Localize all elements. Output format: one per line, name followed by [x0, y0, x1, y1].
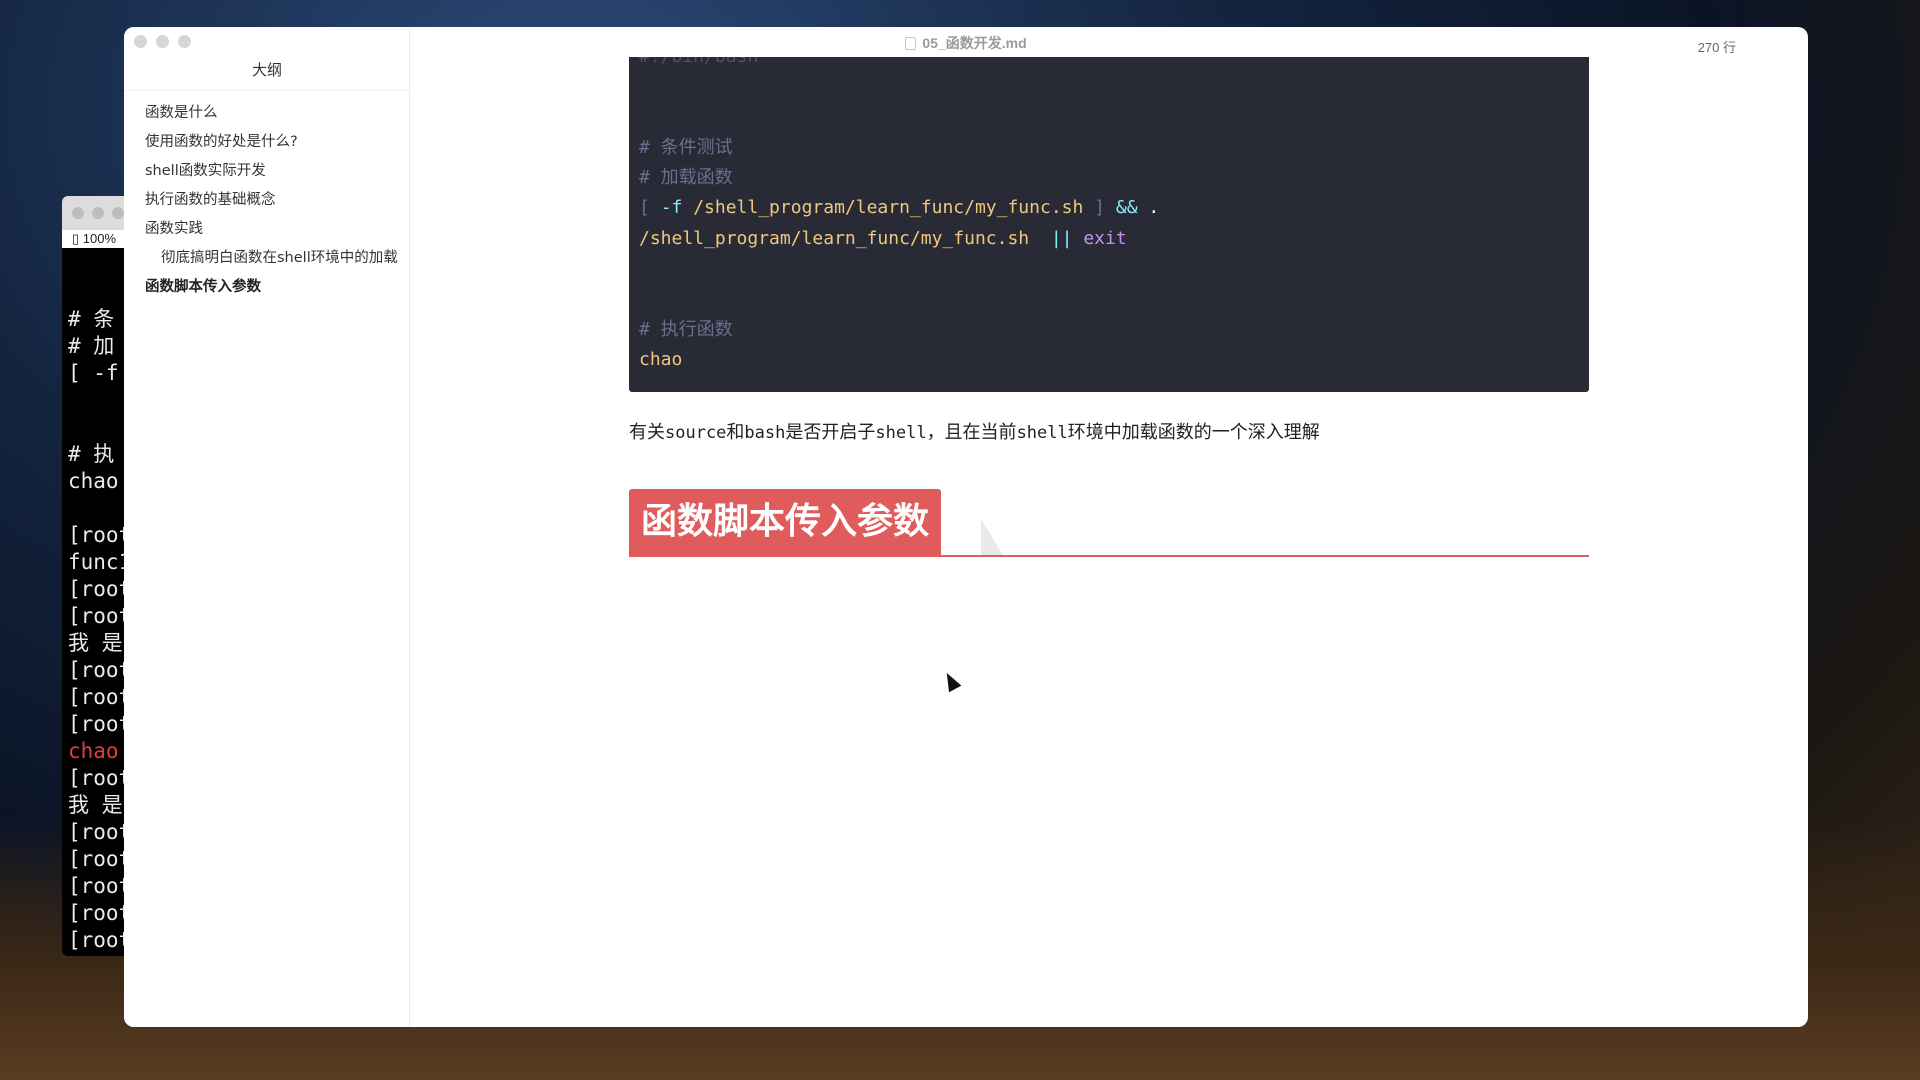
zoom-dot-icon[interactable] [112, 207, 124, 219]
zoom-value: 100% [82, 231, 117, 246]
outline-item[interactable]: 执行函数的基础概念 [124, 186, 410, 215]
code-path: /shell_program/learn_func/my_func.sh [639, 227, 1030, 249]
para-text: 是否开启子 [785, 422, 876, 443]
code-line-shebang: #!/bin/bash [639, 57, 1579, 72]
code-line-comment-load: # 加载函数 [639, 167, 733, 189]
document-icon [905, 37, 917, 50]
minimize-dot-icon[interactable] [92, 207, 104, 219]
para-text: ，且在当前 [926, 422, 1017, 443]
code-line-comment-test: # 条件测试 [639, 136, 733, 158]
code-bracket-close: ] [1083, 197, 1116, 219]
para-text: 有关 [629, 422, 665, 443]
code-line-call: chao [639, 348, 683, 370]
heading-decoration [981, 519, 1003, 555]
mouse-cursor-icon [940, 669, 962, 693]
para-text: 和 [726, 422, 745, 443]
code-exit-keyword: exit [1072, 227, 1127, 249]
outline-item[interactable]: 彻底搞明白函数在shell环境中的加载 [124, 244, 410, 273]
outline-item[interactable]: 使用函数的好处是什么? [124, 128, 410, 157]
code-path: /shell_program/learn_func/my_func.sh [693, 197, 1084, 219]
outline-item[interactable]: 函数是什么 [124, 99, 410, 128]
code-line-test: [ -f /shell_program/learn_func/my_func.s… [639, 193, 1579, 223]
code-flag: -f [660, 197, 694, 219]
line-count: 270 行 [1697, 40, 1736, 55]
code-and-operator: && [1115, 197, 1138, 219]
sidebar-title: 大纲 [251, 61, 282, 79]
outline-item[interactable]: 函数脚本传入参数 [124, 273, 410, 302]
section-heading-block: 函数脚本传入参数 [629, 489, 1589, 557]
code-or-operator: || [1029, 227, 1073, 249]
outline-item[interactable]: shell函数实际开发 [124, 157, 410, 186]
window-title: 05_函数开发.md [124, 33, 1808, 53]
code-line-source: /shell_program/learn_func/my_func.sh || … [639, 224, 1579, 254]
window-title-text: 05_函数开发.md [922, 35, 1027, 51]
outline-list: 函数是什么 使用函数的好处是什么? shell函数实际开发 执行函数的基础概念 函数实践… [124, 99, 410, 302]
sidebar-divider [124, 90, 410, 91]
outline-sidebar: 大纲 函数是什么 使用函数的好处是什么? shell函数实际开发 执行函数的基础概念函… [124, 27, 410, 1027]
inline-code: source [665, 423, 727, 443]
code-source-dot: . [1137, 197, 1160, 219]
paragraph-text: 有关source和bash是否开启子shell，且在当前shell环境中加载函数… [629, 418, 1589, 448]
code-bracket-open: [ [639, 197, 661, 219]
section-heading: 函数脚本传入参数 [629, 489, 942, 557]
outline-item[interactable]: 函数实践 [124, 215, 410, 244]
inline-code: shell [875, 423, 927, 443]
para-text: 环境中加载函数的一个深入理解 [1067, 422, 1320, 443]
code-line-comment-exec: # 执行函数 [639, 318, 733, 340]
editor-window: 大纲 函数是什么 使用函数的好处是什么? shell函数实际开发 执行函数的基础概念函… [124, 27, 1808, 1027]
inline-code: shell [1016, 423, 1068, 443]
close-dot-icon[interactable] [72, 207, 84, 219]
code-block[interactable]: #!/bin/bash # 条件测试 # 加载函数 [ -f /shell_pr… [629, 57, 1589, 392]
inline-code: bash [744, 423, 786, 443]
